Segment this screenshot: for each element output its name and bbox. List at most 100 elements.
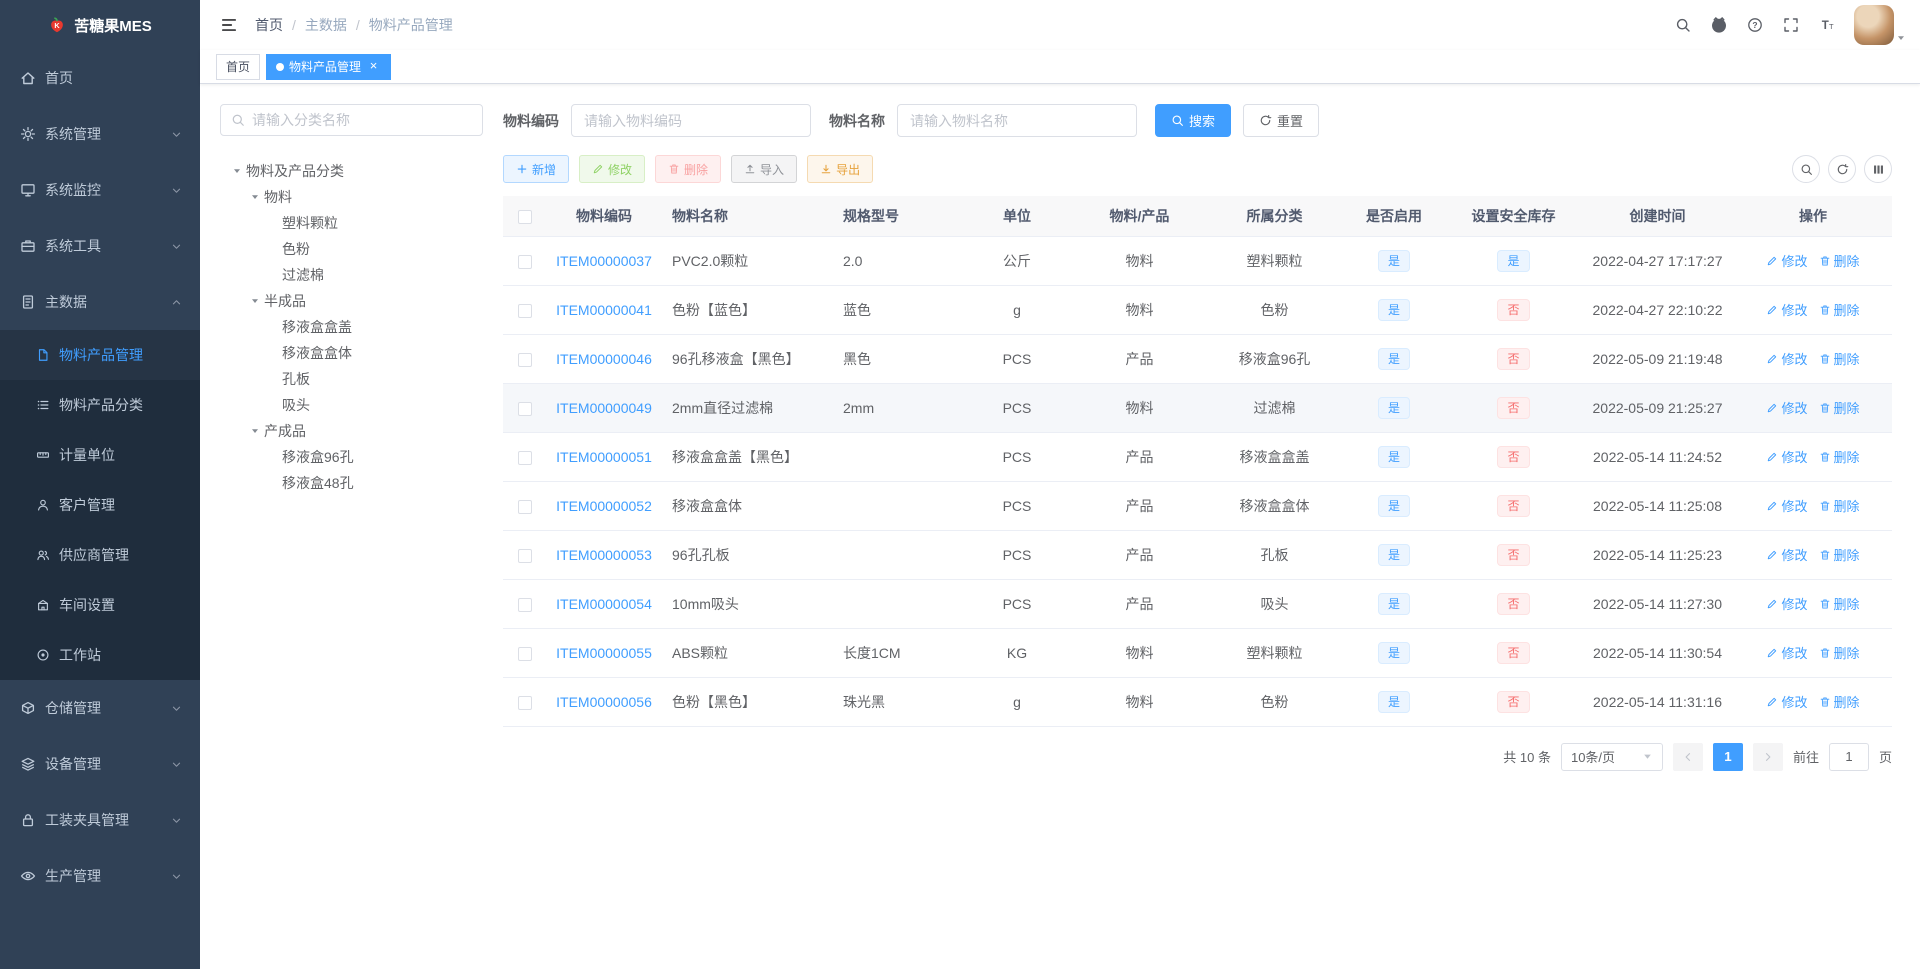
row-checkbox[interactable] [517, 352, 532, 367]
row-checkbox[interactable] [517, 695, 532, 710]
edit-link[interactable]: 修改 [1766, 251, 1808, 270]
tree-node[interactable]: 移液盒96孔 [220, 444, 483, 470]
breadcrumb-master-data[interactable]: 主数据 [305, 15, 347, 35]
tree-node[interactable]: 产成品 [220, 418, 483, 444]
row-checkbox[interactable] [517, 450, 532, 465]
sidebar-item-warehouse-management[interactable]: 仓储管理 [0, 680, 200, 736]
tree-node[interactable]: 塑料颗粒 [220, 210, 483, 236]
sidebar-item-master-data[interactable]: 主数据 [0, 274, 200, 330]
sidebar-subitem-material-product-management[interactable]: 物料产品管理 [0, 330, 200, 380]
sidebar-subitem-supplier-management[interactable]: 供应商管理 [0, 530, 200, 580]
delete-link[interactable]: 删除 [1819, 545, 1860, 564]
delete-link[interactable]: 删除 [1819, 300, 1860, 319]
row-checkbox[interactable] [517, 646, 532, 661]
category-search-input[interactable] [252, 112, 472, 128]
material-code-link[interactable]: ITEM00000053 [556, 547, 652, 563]
edit-link[interactable]: 修改 [1766, 349, 1808, 368]
sidebar-subitem-material-product-category[interactable]: 物料产品分类 [0, 380, 200, 430]
sidebar-subitem-measure-unit[interactable]: 计量单位 [0, 430, 200, 480]
sidebar-item-system-monitor[interactable]: 系统监控 [0, 162, 200, 218]
add-button[interactable]: 新增 [503, 155, 570, 183]
material-code-link[interactable]: ITEM00000049 [556, 400, 652, 416]
delete-link[interactable]: 删除 [1819, 398, 1860, 417]
sidebar-item-tooling-fixture-management[interactable]: 工装夹具管理 [0, 792, 200, 848]
app-logo[interactable]: 苦糖果MES [0, 0, 200, 50]
font-size-button[interactable] [1812, 5, 1842, 45]
export-button[interactable]: 导出 [807, 155, 874, 183]
search-button[interactable]: 搜索 [1155, 104, 1232, 137]
sidebar-subitem-workstation[interactable]: 工作站 [0, 630, 200, 680]
toggle-search-button[interactable] [1792, 155, 1820, 183]
user-menu[interactable] [1854, 5, 1906, 45]
material-code-link[interactable]: ITEM00000052 [556, 498, 652, 514]
reset-button[interactable]: 重置 [1243, 104, 1320, 137]
sidebar-item-home[interactable]: 首页 [0, 50, 200, 106]
page-number-1[interactable]: 1 [1712, 742, 1743, 771]
sidebar-item-equipment-management[interactable]: 设备管理 [0, 736, 200, 792]
edit-link[interactable]: 修改 [1766, 398, 1808, 417]
tab-home[interactable]: 首页 [216, 53, 261, 80]
material-name-input[interactable] [897, 104, 1137, 137]
tree-node[interactable]: 物料及产品分类 [220, 158, 483, 184]
github-button[interactable] [1704, 5, 1734, 45]
delete-link[interactable]: 删除 [1819, 496, 1860, 515]
tab-material-product-management[interactable]: 物料产品管理 × [266, 53, 392, 80]
close-icon[interactable]: × [366, 59, 381, 74]
material-code-link[interactable]: ITEM00000041 [556, 302, 652, 318]
edit-link[interactable]: 修改 [1766, 545, 1808, 564]
select-all-checkbox[interactable] [517, 209, 532, 224]
tree-node[interactable]: 色粉 [220, 236, 483, 262]
goto-page-input[interactable] [1828, 742, 1869, 771]
tree-node[interactable]: 物料 [220, 184, 483, 210]
delete-link[interactable]: 删除 [1819, 594, 1860, 613]
material-code-link[interactable]: ITEM00000055 [556, 645, 652, 661]
delete-link[interactable]: 删除 [1819, 349, 1860, 368]
sidebar-item-system-tools[interactable]: 系统工具 [0, 218, 200, 274]
header-search-button[interactable] [1668, 5, 1698, 45]
row-checkbox[interactable] [517, 303, 532, 318]
sidebar-subitem-workshop-settings[interactable]: 车间设置 [0, 580, 200, 630]
delete-link[interactable]: 删除 [1819, 643, 1860, 662]
next-page-button[interactable] [1752, 742, 1783, 771]
row-checkbox[interactable] [517, 597, 532, 612]
tree-node[interactable]: 移液盒盒体 [220, 340, 483, 366]
breadcrumb-home[interactable]: 首页 [255, 15, 283, 35]
import-button[interactable]: 导入 [731, 155, 798, 183]
prev-page-button[interactable] [1672, 742, 1703, 771]
row-checkbox[interactable] [517, 254, 532, 269]
row-checkbox[interactable] [517, 401, 532, 416]
edit-link[interactable]: 修改 [1766, 594, 1808, 613]
edit-button[interactable]: 修改 [579, 155, 646, 183]
fullscreen-button[interactable] [1776, 5, 1806, 45]
material-code-link[interactable]: ITEM00000051 [556, 449, 652, 465]
sidebar-item-production-management[interactable]: 生产管理 [0, 848, 200, 904]
hamburger-button[interactable] [215, 11, 243, 39]
refresh-table-button[interactable] [1828, 155, 1856, 183]
material-code-link[interactable]: ITEM00000056 [556, 694, 652, 710]
tree-node[interactable]: 移液盒48孔 [220, 470, 483, 496]
edit-link[interactable]: 修改 [1766, 643, 1808, 662]
tree-node[interactable]: 移液盒盒盖 [220, 314, 483, 340]
edit-link[interactable]: 修改 [1766, 447, 1808, 466]
row-checkbox[interactable] [517, 548, 532, 563]
delete-link[interactable]: 删除 [1819, 692, 1860, 711]
sidebar-subitem-customer-management[interactable]: 客户管理 [0, 480, 200, 530]
material-code-input[interactable] [571, 104, 811, 137]
row-checkbox[interactable] [517, 499, 532, 514]
column-settings-button[interactable] [1864, 155, 1892, 183]
edit-link[interactable]: 修改 [1766, 692, 1808, 711]
edit-link[interactable]: 修改 [1766, 496, 1808, 515]
material-code-link[interactable]: ITEM00000037 [556, 253, 652, 269]
delete-link[interactable]: 删除 [1819, 251, 1860, 270]
delete-link[interactable]: 删除 [1819, 447, 1860, 466]
tree-node[interactable]: 孔板 [220, 366, 483, 392]
help-button[interactable] [1740, 5, 1770, 45]
material-code-link[interactable]: ITEM00000046 [556, 351, 652, 367]
material-code-link[interactable]: ITEM00000054 [556, 596, 652, 612]
edit-link[interactable]: 修改 [1766, 300, 1808, 319]
tree-node[interactable]: 过滤棉 [220, 262, 483, 288]
tree-node[interactable]: 吸头 [220, 392, 483, 418]
delete-button[interactable]: 删除 [655, 155, 722, 183]
sidebar-item-system-management[interactable]: 系统管理 [0, 106, 200, 162]
tree-node[interactable]: 半成品 [220, 288, 483, 314]
